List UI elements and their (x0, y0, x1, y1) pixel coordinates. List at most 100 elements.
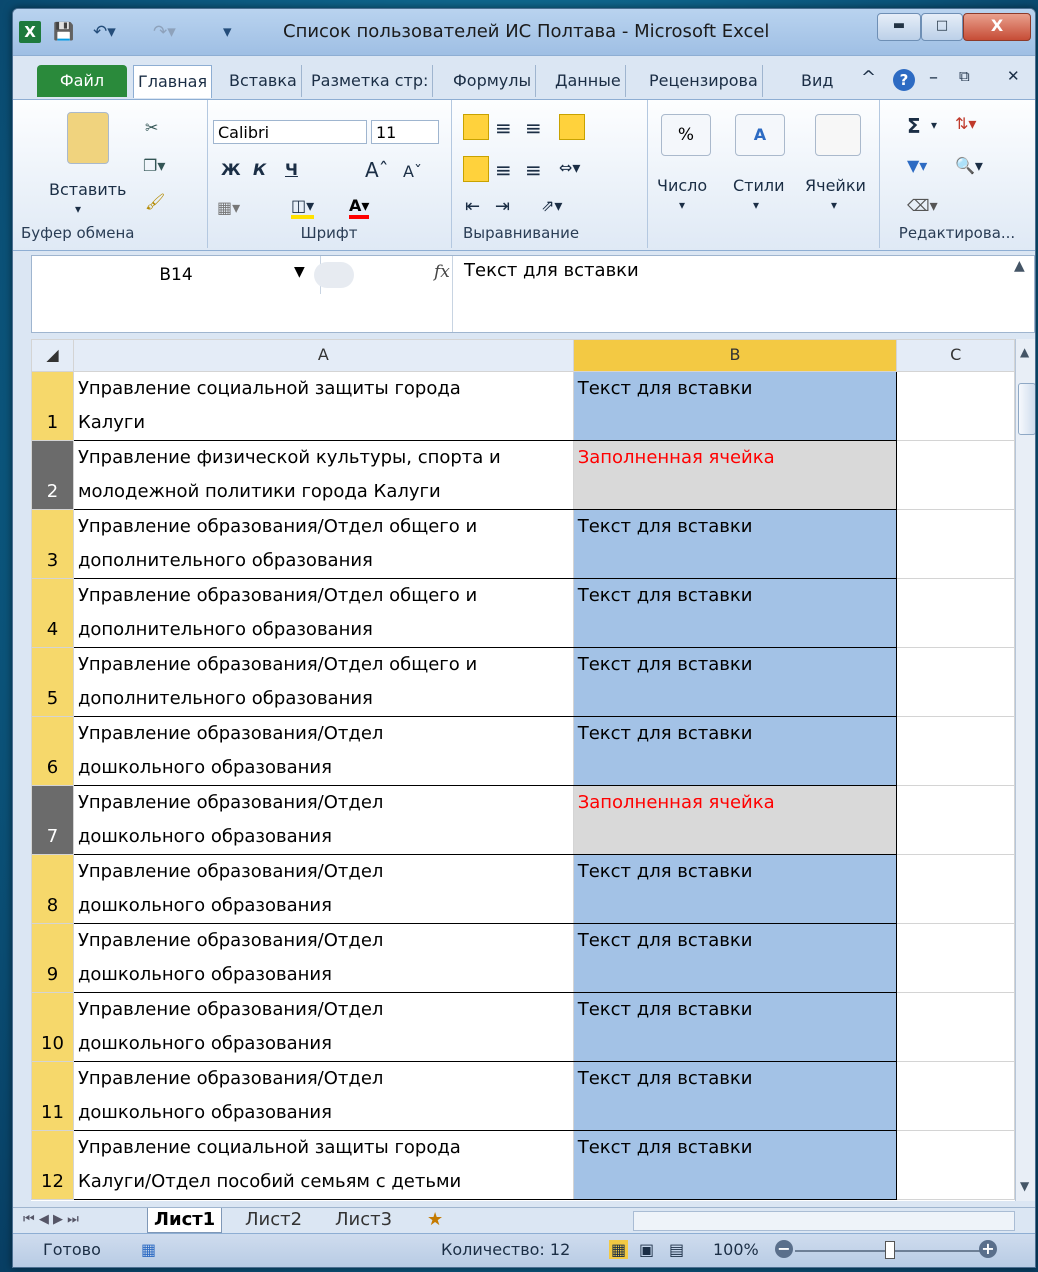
tab-file[interactable]: Файл (37, 65, 127, 97)
collapse-ribbon-icon[interactable]: ^ (861, 67, 876, 88)
cell-a[interactable]: Управление образования/Отдел дошкольного … (72, 992, 574, 1062)
zoom-out-icon[interactable]: − (775, 1240, 793, 1258)
wrap-text-icon[interactable] (559, 114, 585, 140)
align-top-icon[interactable] (463, 114, 489, 140)
cell-c[interactable] (896, 923, 1015, 993)
row-header[interactable]: 9 (31, 923, 74, 993)
scroll-up-icon[interactable]: ▲ (1020, 345, 1029, 359)
undo-icon[interactable]: ↶▾ (93, 22, 116, 42)
page-break-view-icon[interactable]: ▤ (669, 1240, 684, 1259)
borders-icon[interactable]: ▦▾ (217, 198, 240, 217)
insert-function-icon[interactable]: fx (434, 262, 450, 282)
row-header[interactable]: 4 (31, 578, 74, 648)
sheet-nav-icon[interactable]: ⏮ ◀ ▶ ⏭ (23, 1208, 79, 1232)
cell-a[interactable]: Управление образования/Отдел общего и доп… (72, 647, 574, 717)
align-left-icon[interactable] (463, 156, 489, 182)
horizontal-scrollbar[interactable] (633, 1211, 1015, 1231)
align-center-icon[interactable]: ≡ (495, 158, 512, 182)
cell-b[interactable]: Текст для вставки (572, 509, 898, 579)
cell-a[interactable]: Управление образования/Отдел дошкольного … (72, 716, 574, 786)
number-format-icon[interactable]: % (661, 114, 711, 156)
cells-icon[interactable] (815, 114, 861, 156)
normal-view-icon[interactable]: ▦ (609, 1240, 629, 1259)
cell-b[interactable]: Текст для вставки (572, 716, 898, 786)
cell-a[interactable]: Управление социальной защиты города Калуг… (72, 371, 574, 441)
redo-icon[interactable]: ↷▾ (153, 22, 176, 42)
underline-button[interactable]: Ч (285, 160, 298, 179)
format-painter-icon[interactable]: 🖌 (145, 192, 165, 211)
tab-view[interactable]: Вид (797, 65, 837, 97)
tab-review[interactable]: Рецензирова (645, 65, 763, 97)
customize-toolbar-icon[interactable]: ▾ (223, 22, 232, 42)
copy-icon[interactable]: ❐▾ (143, 156, 165, 175)
excel-logo-icon[interactable]: X (19, 21, 41, 43)
row-header[interactable]: 6 (31, 716, 74, 786)
cell-a[interactable]: Управление физической культуры, спорта и… (72, 440, 574, 510)
row-header[interactable]: 7 (31, 785, 74, 855)
minimize-workbook-icon[interactable]: – (929, 67, 938, 88)
close-button[interactable]: X (963, 13, 1031, 41)
shrink-font-icon[interactable]: Aˇ (403, 162, 422, 181)
orientation-icon[interactable]: ⇗▾ (541, 196, 562, 215)
font-size-select[interactable]: 11 (371, 120, 439, 144)
increase-indent-icon[interactable]: ⇥ (495, 196, 510, 217)
cell-b[interactable]: Текст для вставки (572, 647, 898, 717)
cell-a[interactable]: Управление образования/Отдел дошкольного … (72, 923, 574, 993)
grow-font-icon[interactable]: Aˆ (365, 158, 389, 182)
select-all-corner[interactable]: ◢ (31, 339, 74, 372)
clear-icon[interactable]: ⌫▾ (907, 196, 938, 215)
save-icon[interactable]: 💾 (53, 22, 74, 42)
tab-formulas[interactable]: Формулы (449, 65, 537, 97)
align-middle-icon[interactable]: ≡ (495, 116, 512, 140)
close-workbook-icon[interactable]: ✕ (1007, 67, 1020, 85)
cell-b[interactable]: Текст для вставки (572, 854, 898, 924)
zoom-in-icon[interactable]: + (979, 1240, 997, 1258)
cell-b[interactable]: Текст для вставки (572, 923, 898, 993)
bold-button[interactable]: Ж (221, 160, 241, 179)
cell-b[interactable]: Текст для вставки (572, 1130, 898, 1200)
cell-c[interactable] (896, 1130, 1015, 1200)
scroll-down-icon[interactable]: ▼ (1020, 1179, 1029, 1193)
vertical-scroll-thumb[interactable] (1018, 383, 1035, 435)
number-dropdown-icon[interactable]: ▾ (679, 198, 685, 212)
formula-bar-divider-icon[interactable] (314, 262, 354, 288)
macro-record-icon[interactable]: ▦ (141, 1240, 156, 1259)
row-header[interactable]: 1 (31, 371, 74, 441)
row-header[interactable]: 11 (31, 1061, 74, 1131)
number-button[interactable]: Число (657, 176, 707, 195)
row-header[interactable]: 12 (31, 1130, 74, 1200)
tab-home[interactable]: Главная (133, 65, 213, 98)
help-icon[interactable]: ? (893, 69, 915, 91)
minimize-button[interactable]: ▬ (877, 13, 921, 41)
formula-input[interactable]: Текст для вставки (464, 260, 639, 281)
row-header[interactable]: 2 (31, 440, 74, 510)
insert-sheet-icon[interactable]: ★ (427, 1208, 443, 1232)
tab-insert[interactable]: Вставка (225, 65, 302, 97)
cell-c[interactable] (896, 578, 1015, 648)
zoom-level[interactable]: 100% (713, 1240, 759, 1259)
cell-c[interactable] (896, 440, 1015, 510)
page-layout-view-icon[interactable]: ▣ (639, 1240, 654, 1259)
worksheet-grid[interactable]: ◢ A B C 1 Управление социальной защиты го… (31, 339, 1015, 1201)
cells-dropdown-icon[interactable]: ▾ (831, 198, 837, 212)
cell-c[interactable] (896, 992, 1015, 1062)
merge-center-icon[interactable]: ⇔▾ (559, 158, 580, 177)
row-header[interactable]: 5 (31, 647, 74, 717)
cell-c[interactable] (896, 509, 1015, 579)
expand-formula-bar-icon[interactable]: ▲ (1014, 258, 1025, 274)
fill-icon[interactable]: ▼▾ (907, 156, 927, 175)
paste-dropdown-icon[interactable]: ▾ (75, 202, 81, 216)
font-name-select[interactable]: Calibri (213, 120, 367, 144)
cell-a[interactable]: Управление образования/Отдел дошкольного … (72, 785, 574, 855)
cell-c[interactable] (896, 1061, 1015, 1131)
sort-filter-icon[interactable]: ⇅▾ (955, 114, 976, 133)
sheet-tab-3[interactable]: Лист3 (335, 1208, 392, 1232)
fill-color-icon[interactable]: ◫▾ (291, 196, 315, 219)
vertical-scrollbar[interactable]: ▲ ▼ (1015, 339, 1035, 1201)
cell-c[interactable] (896, 785, 1015, 855)
column-header-a[interactable]: A (72, 339, 574, 372)
styles-icon[interactable]: A (735, 114, 785, 156)
cell-a[interactable]: Управление образования/Отдел общего и доп… (72, 578, 574, 648)
cell-b[interactable]: Текст для вставки (572, 578, 898, 648)
align-right-icon[interactable]: ≡ (525, 158, 542, 182)
